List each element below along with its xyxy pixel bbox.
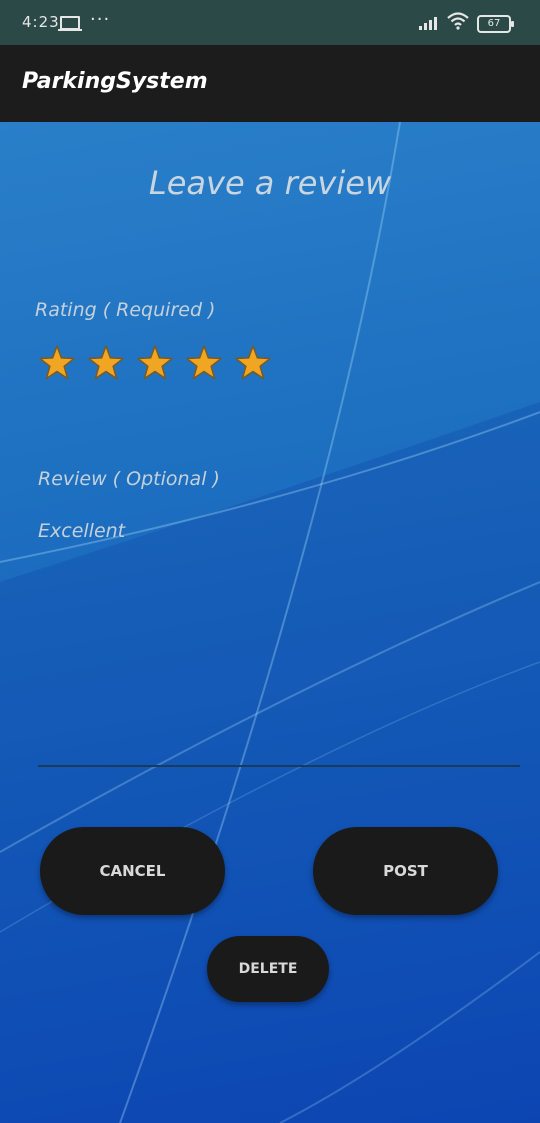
cancel-button[interactable]: CANCEL [40,827,225,915]
star-icon[interactable] [38,344,76,382]
status-bar: 4:23 ··· 67 [0,0,540,45]
rating-stars[interactable] [38,344,278,386]
delete-button[interactable]: DELETE [207,936,329,1002]
review-screen: Leave a review Rating ( Required ) Revie… [0,122,540,1123]
laptop-icon [58,16,82,31]
status-time: 4:23 [22,13,60,31]
rating-label: Rating ( Required ) [35,299,216,321]
star-icon[interactable] [234,344,272,382]
app-bar: ParkingSystem [0,45,540,122]
star-icon[interactable] [185,344,223,382]
battery-icon: 67 [477,15,514,33]
star-icon[interactable] [87,344,125,382]
star-icon[interactable] [136,344,174,382]
page-heading: Leave a review [148,164,392,202]
more-notifications-icon: ··· [90,9,111,30]
signal-icon [419,16,439,30]
review-input[interactable]: Excellent [38,520,520,767]
post-button[interactable]: POST [313,827,498,915]
app-title: ParkingSystem [22,69,208,94]
wifi-icon [447,12,469,30]
review-label: Review ( Optional ) [38,468,220,490]
